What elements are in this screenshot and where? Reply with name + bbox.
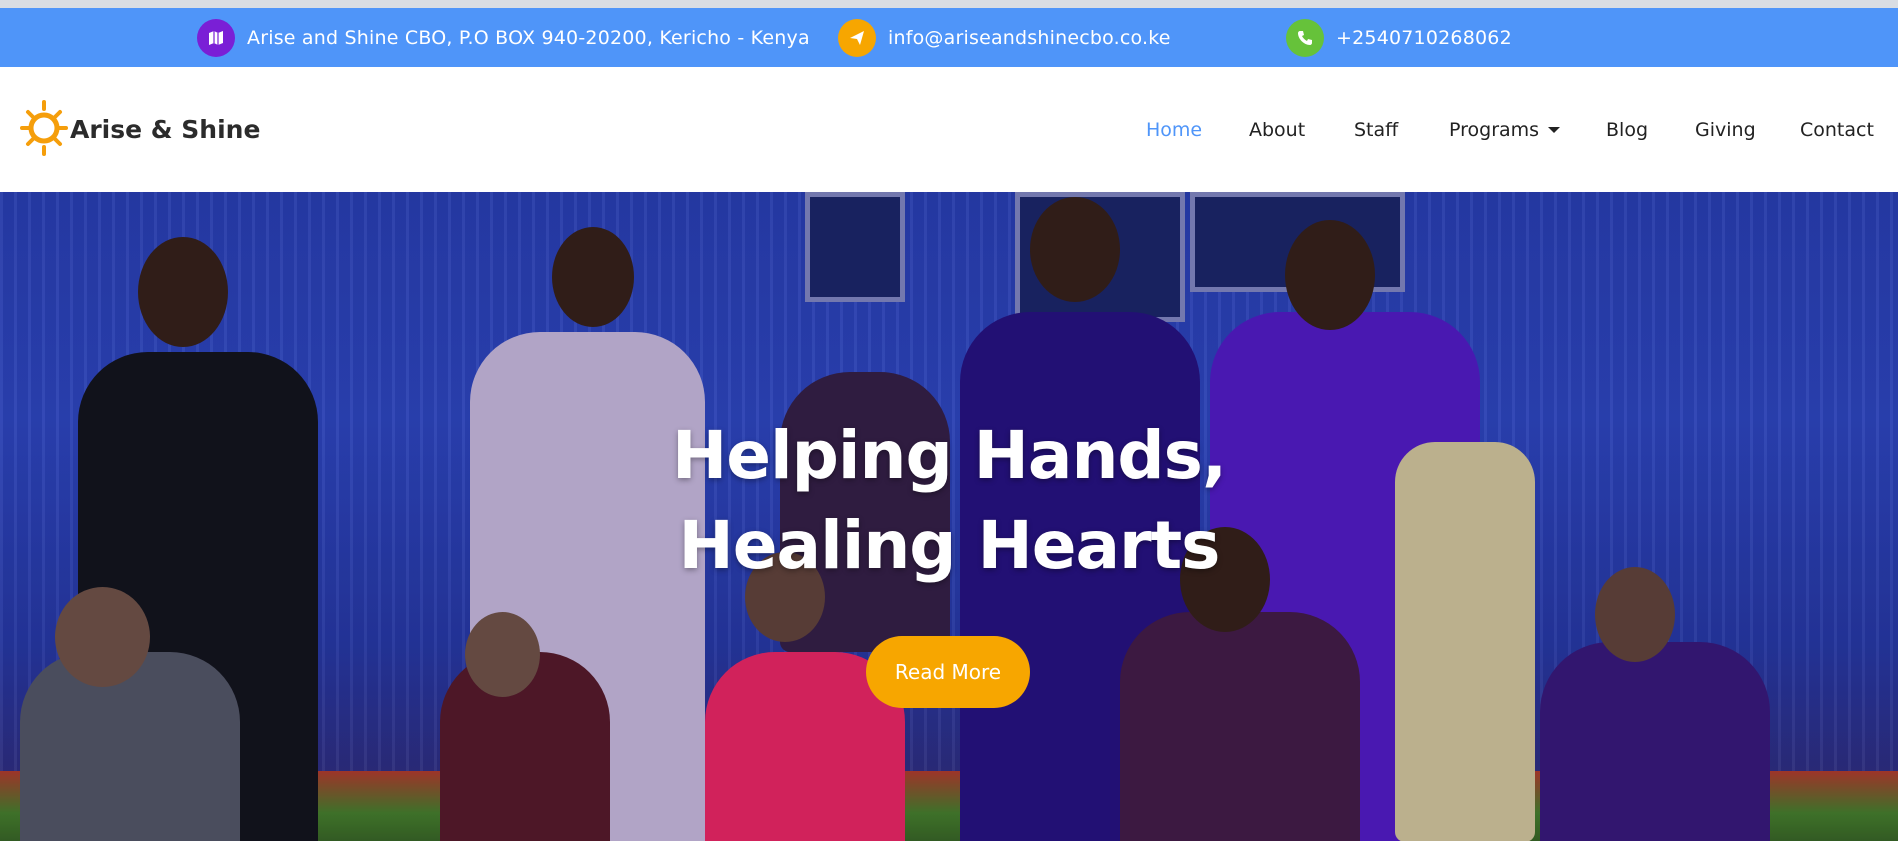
- hero-title-line-1: Helping Hands,: [671, 417, 1227, 494]
- nav-giving[interactable]: Giving: [1695, 67, 1756, 192]
- email-item[interactable]: info@ariseandshinecbo.co.ke: [838, 8, 1171, 67]
- hero-title: Helping Hands, Healing Hearts: [0, 411, 1898, 591]
- nav-about[interactable]: About: [1249, 67, 1305, 192]
- contact-bar: Arise and Shine CBO, P.O BOX 940-20200, …: [0, 8, 1898, 67]
- read-more-button[interactable]: Read More: [866, 636, 1030, 708]
- hero-title-line-2: Healing Hearts: [678, 507, 1221, 584]
- main-navbar: Arise & Shine Home About Staff Programs …: [0, 67, 1898, 192]
- sun-logo-icon: [18, 98, 70, 162]
- phone-item[interactable]: +2540710268062: [1286, 8, 1512, 67]
- nav-staff[interactable]: Staff: [1354, 67, 1398, 192]
- address-text: Arise and Shine CBO, P.O BOX 940-20200, …: [247, 26, 810, 49]
- phone-icon: [1286, 18, 1324, 57]
- address-item: Arise and Shine CBO, P.O BOX 940-20200, …: [197, 8, 810, 67]
- nav-home[interactable]: Home: [1146, 67, 1202, 192]
- phone-link[interactable]: +2540710268062: [1336, 27, 1512, 49]
- brand-link[interactable]: Arise & Shine: [18, 67, 260, 192]
- paper-plane-icon: [838, 18, 876, 57]
- nav-programs-label: Programs: [1449, 118, 1540, 141]
- nav-blog[interactable]: Blog: [1606, 67, 1648, 192]
- email-link[interactable]: info@ariseandshinecbo.co.ke: [888, 27, 1171, 49]
- map-icon: [197, 18, 235, 57]
- nav-programs-dropdown[interactable]: Programs: [1449, 67, 1561, 192]
- caret-down-icon: [1548, 126, 1561, 133]
- browser-top-edge: [0, 0, 1898, 8]
- nav-contact[interactable]: Contact: [1800, 67, 1874, 192]
- brand-name: Arise & Shine: [70, 115, 261, 144]
- hero-section: Helping Hands, Healing Hearts Read More: [0, 192, 1898, 841]
